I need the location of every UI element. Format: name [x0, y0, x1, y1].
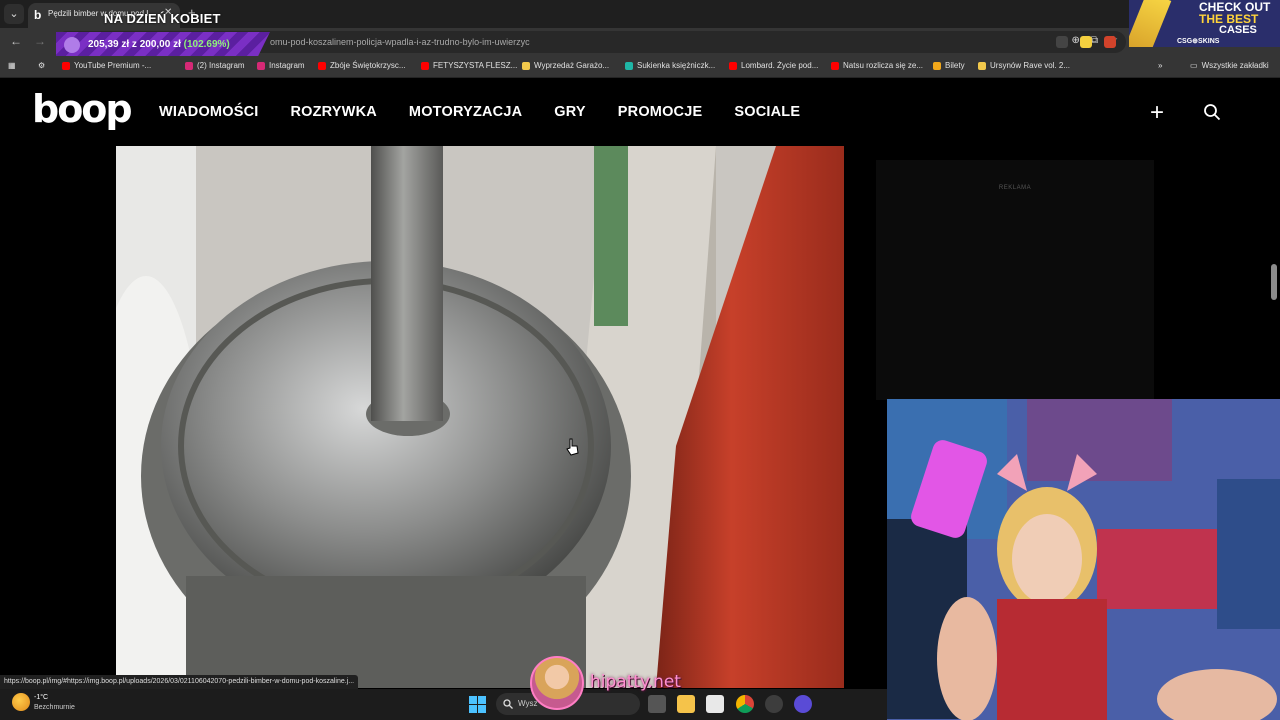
chrome-icon[interactable] [736, 695, 754, 713]
streamer-avatar [530, 656, 584, 710]
nav-item-gry[interactable]: GRY [554, 104, 585, 120]
streamer-handle-overlay: hipatty.net [528, 656, 688, 714]
bookmark-item[interactable]: Lombard. Życie pod... [729, 61, 818, 70]
site-logo[interactable]: boop [32, 87, 133, 131]
bookmark-label: (2) Instagram [197, 61, 245, 70]
keg-photo-graphic [116, 146, 844, 688]
webcam-feed-graphic [887, 399, 1280, 720]
browser-tab-strip: ⌄ b Pędzili bimber w domu pod Koszalinem… [0, 0, 1280, 28]
bookmark-item[interactable]: Ursynów Rave vol. 2... [978, 61, 1070, 70]
bookmark-favicon-icon [318, 61, 326, 70]
bookmark-favicon-icon [831, 61, 839, 70]
steam-icon[interactable] [765, 695, 783, 713]
bookmark-label: Ursynów Rave vol. 2... [990, 61, 1071, 70]
scrollbar-thumb[interactable] [1271, 264, 1277, 300]
article-photo[interactable] [116, 146, 844, 688]
donation-percent: (102.69%) [183, 39, 230, 50]
zoom-icon[interactable]: ⊕ [1072, 35, 1080, 46]
bookmark-item[interactable]: Instagram [257, 61, 305, 70]
bookmark-label: Zbóje Świętokrzysc... [330, 61, 406, 70]
main-nav: WIADOMOŚCI ROZRYWKA MOTORYZACJA GRY PROM… [159, 104, 800, 120]
tab-search-button[interactable]: ⌄ [4, 4, 24, 24]
bookmark-favicon-icon [729, 61, 737, 70]
bookmark-item[interactable]: Bilety [933, 61, 965, 70]
apps-grid-icon[interactable]: ▦ [8, 61, 16, 70]
gear-icon[interactable]: ⚙ [38, 61, 45, 70]
ad-label: REKLAMA [998, 185, 1032, 191]
bookmark-label: Sukienka księżniczk... [637, 61, 716, 70]
search-icon [503, 699, 513, 709]
donation-goal-bar: 205,39 zł z 200,00 zł (102.69%) [56, 32, 270, 58]
url-text: omu-pod-koszalinem-policja-wpadla-i-az-t… [270, 37, 530, 47]
nav-item-wiadomosci[interactable]: WIADOMOŚCI [159, 104, 258, 120]
app-icon[interactable] [794, 695, 812, 713]
bookmark-item[interactable]: (2) Instagram [185, 61, 245, 70]
weather-temp: -1°C [34, 694, 49, 701]
bookmark-label: FETYSZYSTA FLESZ... [433, 61, 518, 70]
back-arrow-icon[interactable]: ← [10, 34, 22, 48]
bookmark-favicon-icon [185, 61, 193, 70]
ad-stripe-graphic [1129, 0, 1172, 47]
donation-amount: 205,39 zł z 200,00 zł [88, 39, 181, 50]
bookmark-item[interactable]: Wyprzedaż Garażo... [522, 61, 609, 70]
bookmark-item[interactable]: Natsu rozlicza się ze... [831, 61, 923, 70]
nav-item-promocje[interactable]: PROMOCJE [618, 104, 703, 120]
extension-icon[interactable] [1080, 36, 1092, 48]
ad-line-3: CASES [1219, 24, 1257, 36]
ad-brand: CSG⊕SKINS [1177, 38, 1220, 45]
stream-overlay-title: NA DZIEŃ KOBIET [104, 11, 221, 26]
chevron-right-icon[interactable]: » [1158, 61, 1162, 70]
hand-cursor-icon [566, 438, 579, 456]
bookmark-item[interactable]: FETYSZYSTA FLESZ... [421, 61, 517, 70]
status-link-preview: https://boop.pl/img/#https://img.boop.pl… [0, 675, 359, 689]
bookmark-favicon-icon [257, 61, 265, 70]
bookmark-favicon-icon [625, 61, 633, 70]
all-bookmarks-label: Wszystkie zakładki [1201, 61, 1269, 70]
nav-item-rozrywka[interactable]: ROZRYWKA [290, 104, 376, 120]
bookmark-item[interactable]: YouTube Premium -... [62, 61, 151, 70]
bookmark-label: YouTube Premium -... [74, 61, 152, 70]
bookmark-item[interactable]: Zbóje Świętokrzysc... [318, 61, 406, 70]
weather-desc: Bezchmurnie [34, 704, 75, 711]
extension-icon[interactable] [1104, 36, 1116, 48]
bookmarks-bar: ▦ ⚙ » ▭ Wszystkie zakładki YouTube Premi… [0, 56, 1280, 78]
nav-item-sociale[interactable]: SOCIALE [734, 104, 800, 120]
donation-icon [64, 37, 80, 53]
folder-icon: ▭ [1190, 61, 1198, 70]
streamer-handle: hipatty.net [590, 672, 681, 692]
all-bookmarks-link[interactable]: ▭ Wszystkie zakładki [1190, 61, 1269, 70]
boop-favicon-icon: b [34, 8, 42, 22]
nav-item-motoryzacja[interactable]: MOTORYZACJA [409, 104, 522, 120]
extension-icon[interactable] [1056, 36, 1068, 48]
bookmark-label: Bilety [945, 61, 965, 70]
bookmark-label: Lombard. Życie pod... [741, 61, 819, 70]
bookmark-label: Wyprzedaż Garażo... [534, 61, 610, 70]
site-header: boop WIADOMOŚCI ROZRYWKA MOTORYZACJA GRY… [0, 79, 1280, 146]
screen: ⌄ b Pędzili bimber w domu pod Koszalinem… [0, 0, 1280, 720]
bookmark-label: Instagram [269, 61, 305, 70]
windows-start-icon[interactable] [469, 696, 486, 713]
plus-icon[interactable]: + [1150, 99, 1164, 127]
weather-icon[interactable] [12, 693, 30, 711]
streamer-webcam [887, 399, 1280, 720]
bookmark-item[interactable]: Sukienka księżniczk... [625, 61, 715, 70]
bookmark-favicon-icon [522, 61, 530, 70]
forward-arrow-icon[interactable]: → [34, 34, 46, 48]
sidebar-ad[interactable]: REKLAMA [876, 160, 1154, 400]
bookmark-favicon-icon [933, 61, 941, 70]
csgo-skins-ad[interactable]: CHECK OUT THE BEST CASES CSG⊕SKINS [1129, 0, 1280, 47]
search-icon[interactable] [1203, 103, 1221, 121]
windows-taskbar: -1°C Bezchmurnie Wysz [0, 689, 887, 720]
bookmark-favicon-icon [421, 61, 429, 70]
bookmark-favicon-icon [978, 61, 986, 70]
bookmark-favicon-icon [62, 61, 70, 70]
store-icon[interactable] [706, 695, 724, 713]
bookmark-label: Natsu rozlicza się ze... [843, 61, 924, 70]
